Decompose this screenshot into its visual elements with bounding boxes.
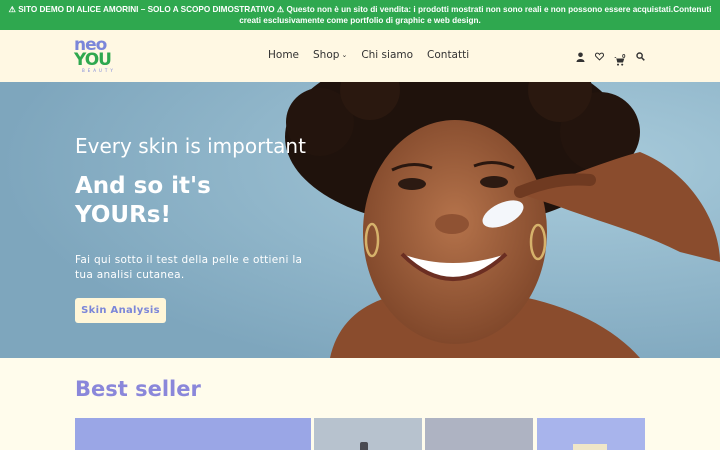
best-seller-heading: Best seller xyxy=(75,377,201,401)
product-card-2[interactable] xyxy=(314,418,422,450)
search-icon[interactable] xyxy=(636,52,645,61)
hero-banner: Every skin is important And so it's YOUR… xyxy=(0,82,720,358)
hero-description: Fai qui sotto il test della pelle e otti… xyxy=(75,254,303,281)
product-card-1[interactable] xyxy=(75,418,311,450)
demo-notice-text: ⚠ SITO DEMO DI ALICE AMORINI – SOLO A SC… xyxy=(8,5,712,25)
demo-notice-banner: ⚠ SITO DEMO DI ALICE AMORINI – SOLO A SC… xyxy=(0,0,720,30)
hero-subheadline: And so it's YOURs! xyxy=(75,173,211,228)
brand-logo[interactable]: neo YOU BEAUTY xyxy=(74,37,120,74)
logo-tagline: BEAUTY xyxy=(82,68,116,73)
nav-label: Shop xyxy=(313,49,340,61)
site-header: neo YOU BEAUTY Home Shop ⌄ Chi siamo Cont… xyxy=(0,30,720,82)
nav-item-chi-siamo[interactable]: Chi siamo xyxy=(361,49,413,61)
nav-label: Contatti xyxy=(427,49,470,61)
product-image xyxy=(573,444,607,450)
header-icons: 0 xyxy=(576,51,645,66)
best-seller-products xyxy=(75,418,645,450)
chevron-down-icon: ⌄ xyxy=(341,51,348,59)
nav-label: Home xyxy=(268,49,300,61)
user-icon[interactable] xyxy=(576,52,585,62)
hero-headline: Every skin is important xyxy=(75,134,306,158)
nav-label: Chi siamo xyxy=(361,49,414,61)
product-card-3[interactable] xyxy=(425,418,533,450)
logo-line-2: YOU xyxy=(74,50,112,70)
product-image xyxy=(360,442,368,450)
nav-item-shop[interactable]: Shop ⌄ xyxy=(313,49,347,61)
nav-item-home[interactable]: Home xyxy=(268,49,299,61)
cart-count-badge: 0 xyxy=(622,54,626,60)
skin-analysis-button[interactable]: Skin Analysis xyxy=(75,298,166,323)
main-nav: Home Shop ⌄ Chi siamo Contatti xyxy=(268,49,483,61)
product-card-4[interactable] xyxy=(537,418,645,450)
nav-item-contatti[interactable]: Contatti xyxy=(427,49,469,61)
cart-icon[interactable]: 0 xyxy=(614,51,626,66)
heart-icon[interactable] xyxy=(595,52,604,61)
